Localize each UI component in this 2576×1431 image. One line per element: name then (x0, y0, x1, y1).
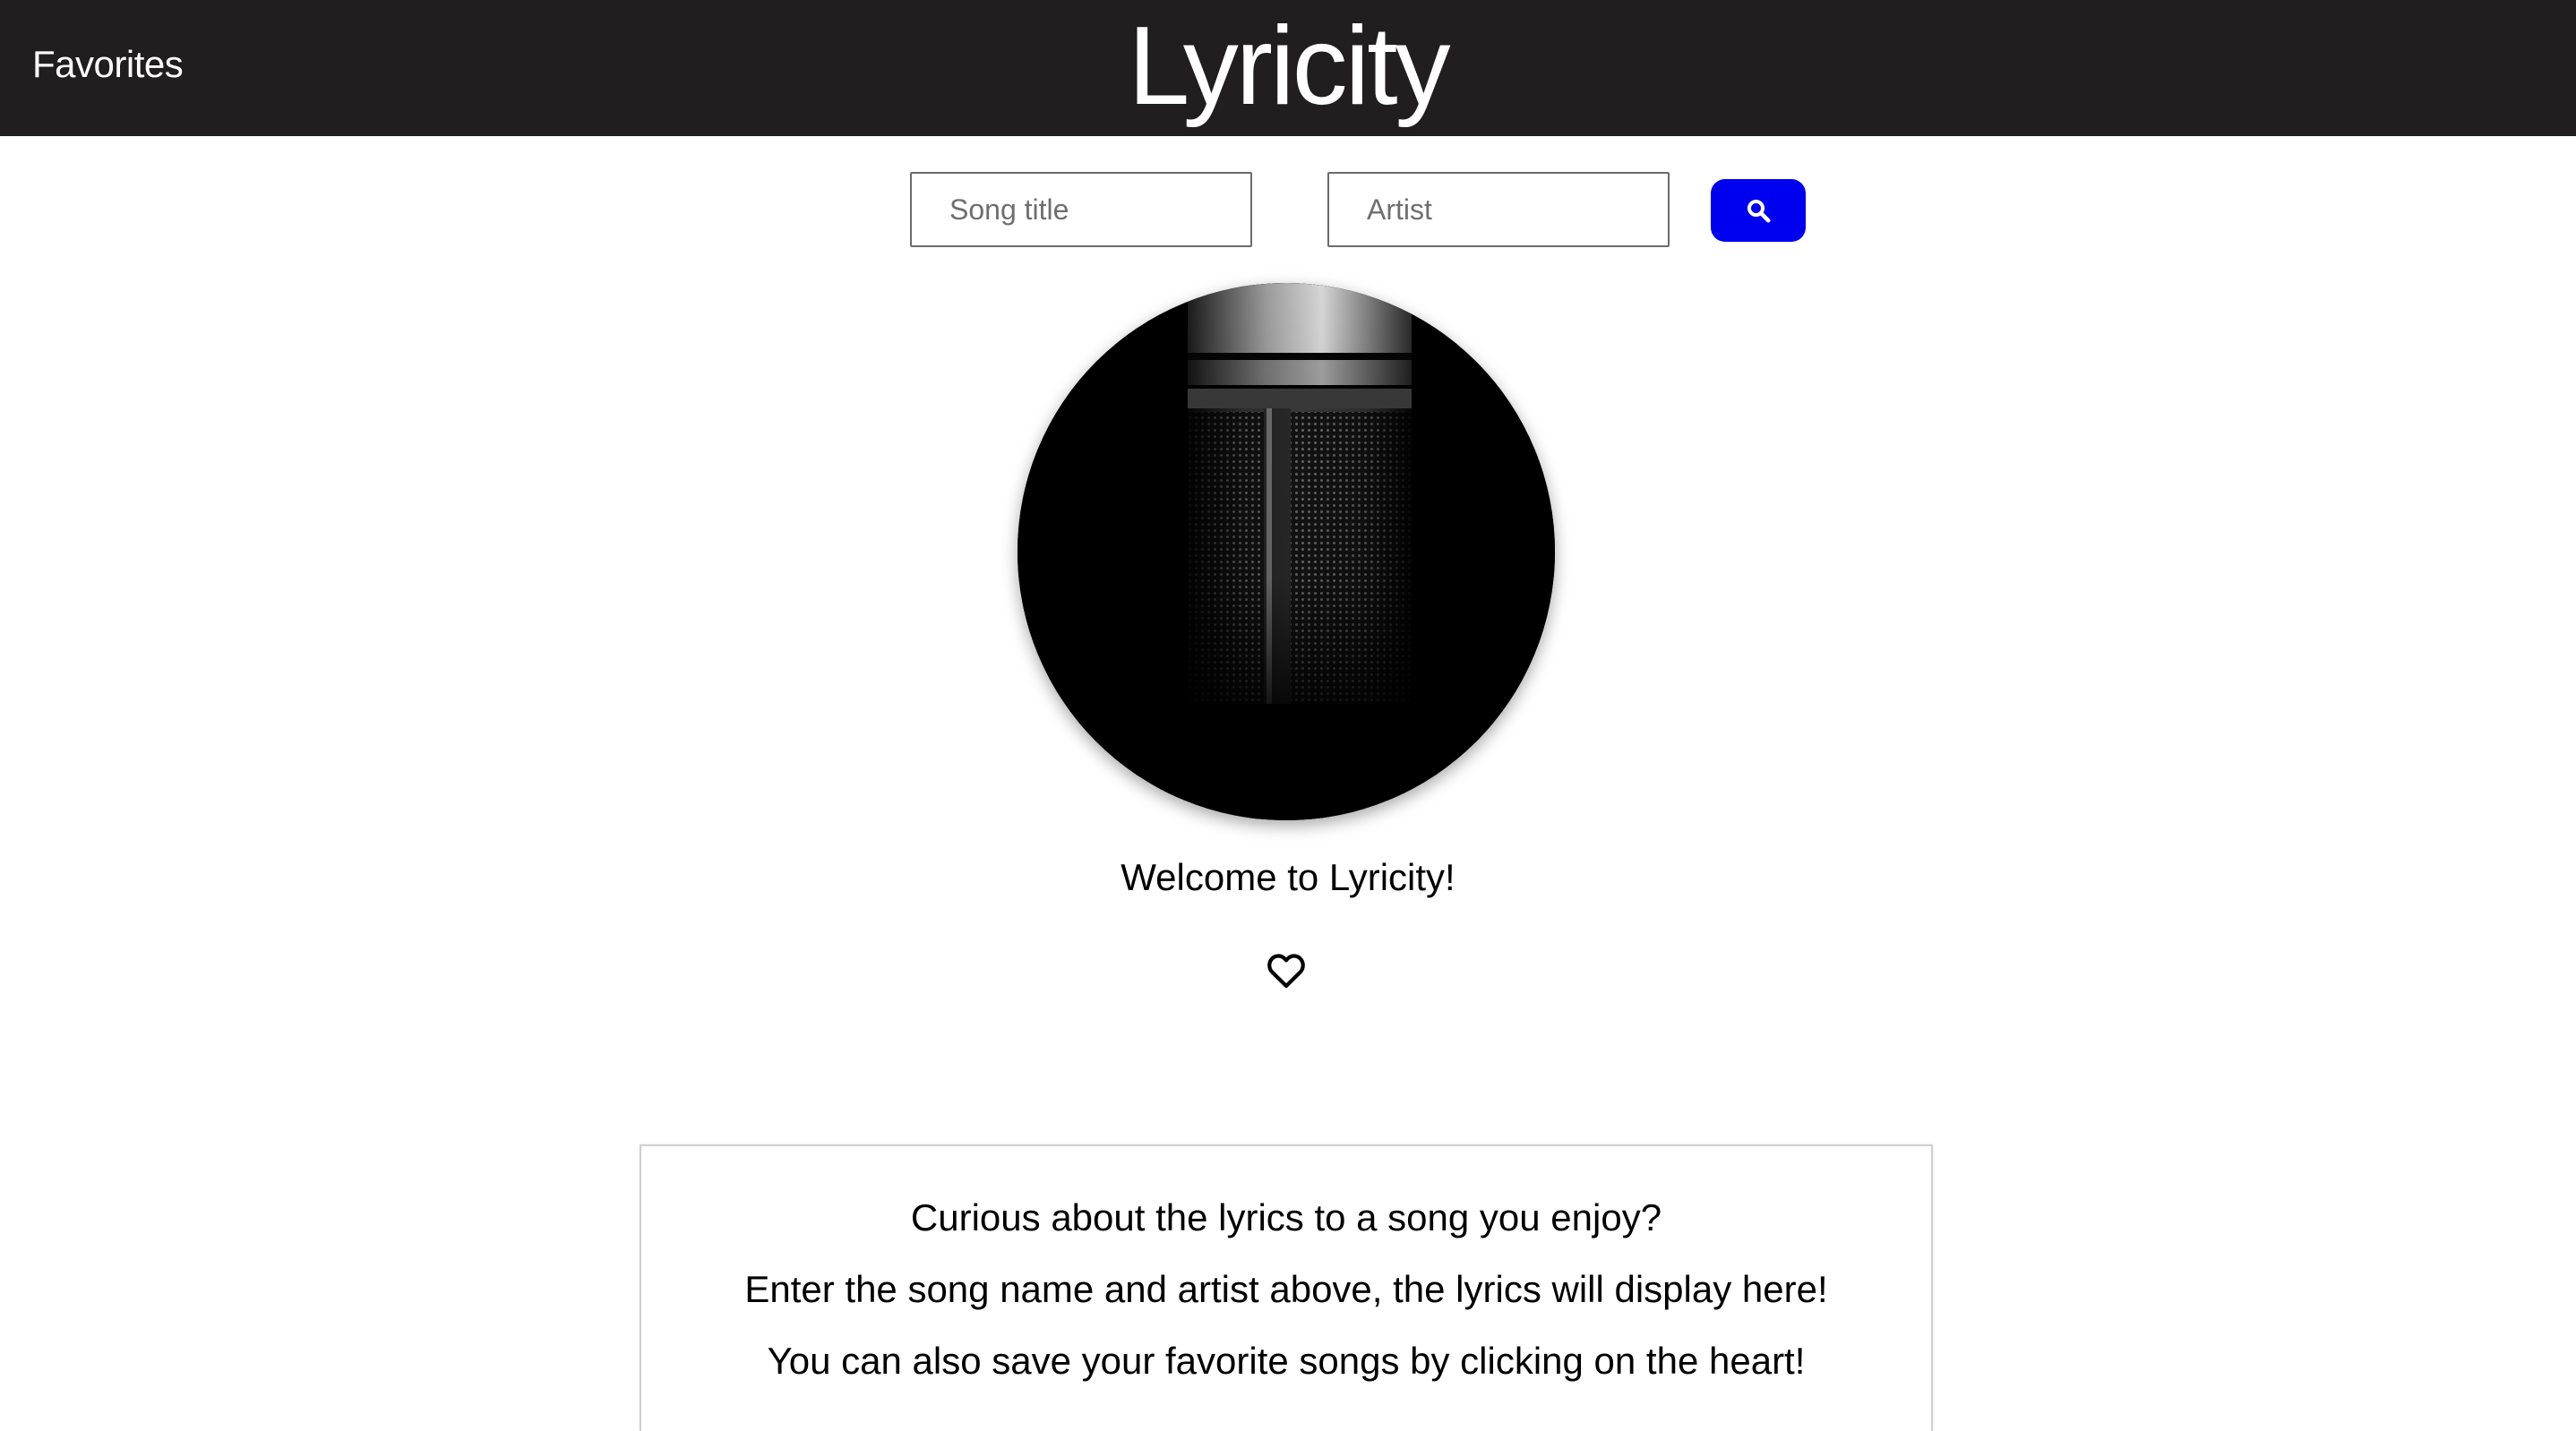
lyrics-display-panel: Curious about the lyrics to a song you e… (640, 1144, 1933, 1431)
info-text-line: Curious about the lyrics to a song you e… (910, 1196, 1662, 1238)
info-text-line: Enter the song name and artist above, th… (744, 1268, 1828, 1310)
heart-outline-icon (1267, 954, 1305, 989)
favorite-heart-button[interactable] (1265, 949, 1308, 990)
welcome-heading: Welcome to Lyricity! (1121, 856, 1455, 898)
info-text-line: You can also save your favorite songs by… (767, 1340, 1806, 1382)
search-button[interactable] (1711, 179, 1806, 242)
site-logo-title: Lyricity (1128, 4, 1450, 128)
search-icon (1747, 200, 1771, 223)
top-nav-bar: Favorites Lyricity (0, 0, 2576, 136)
artist-input[interactable] (1327, 172, 1670, 247)
song-title-input[interactable] (910, 172, 1252, 247)
microphone-illustration (1018, 283, 1555, 820)
microphone-image (1018, 283, 1555, 820)
